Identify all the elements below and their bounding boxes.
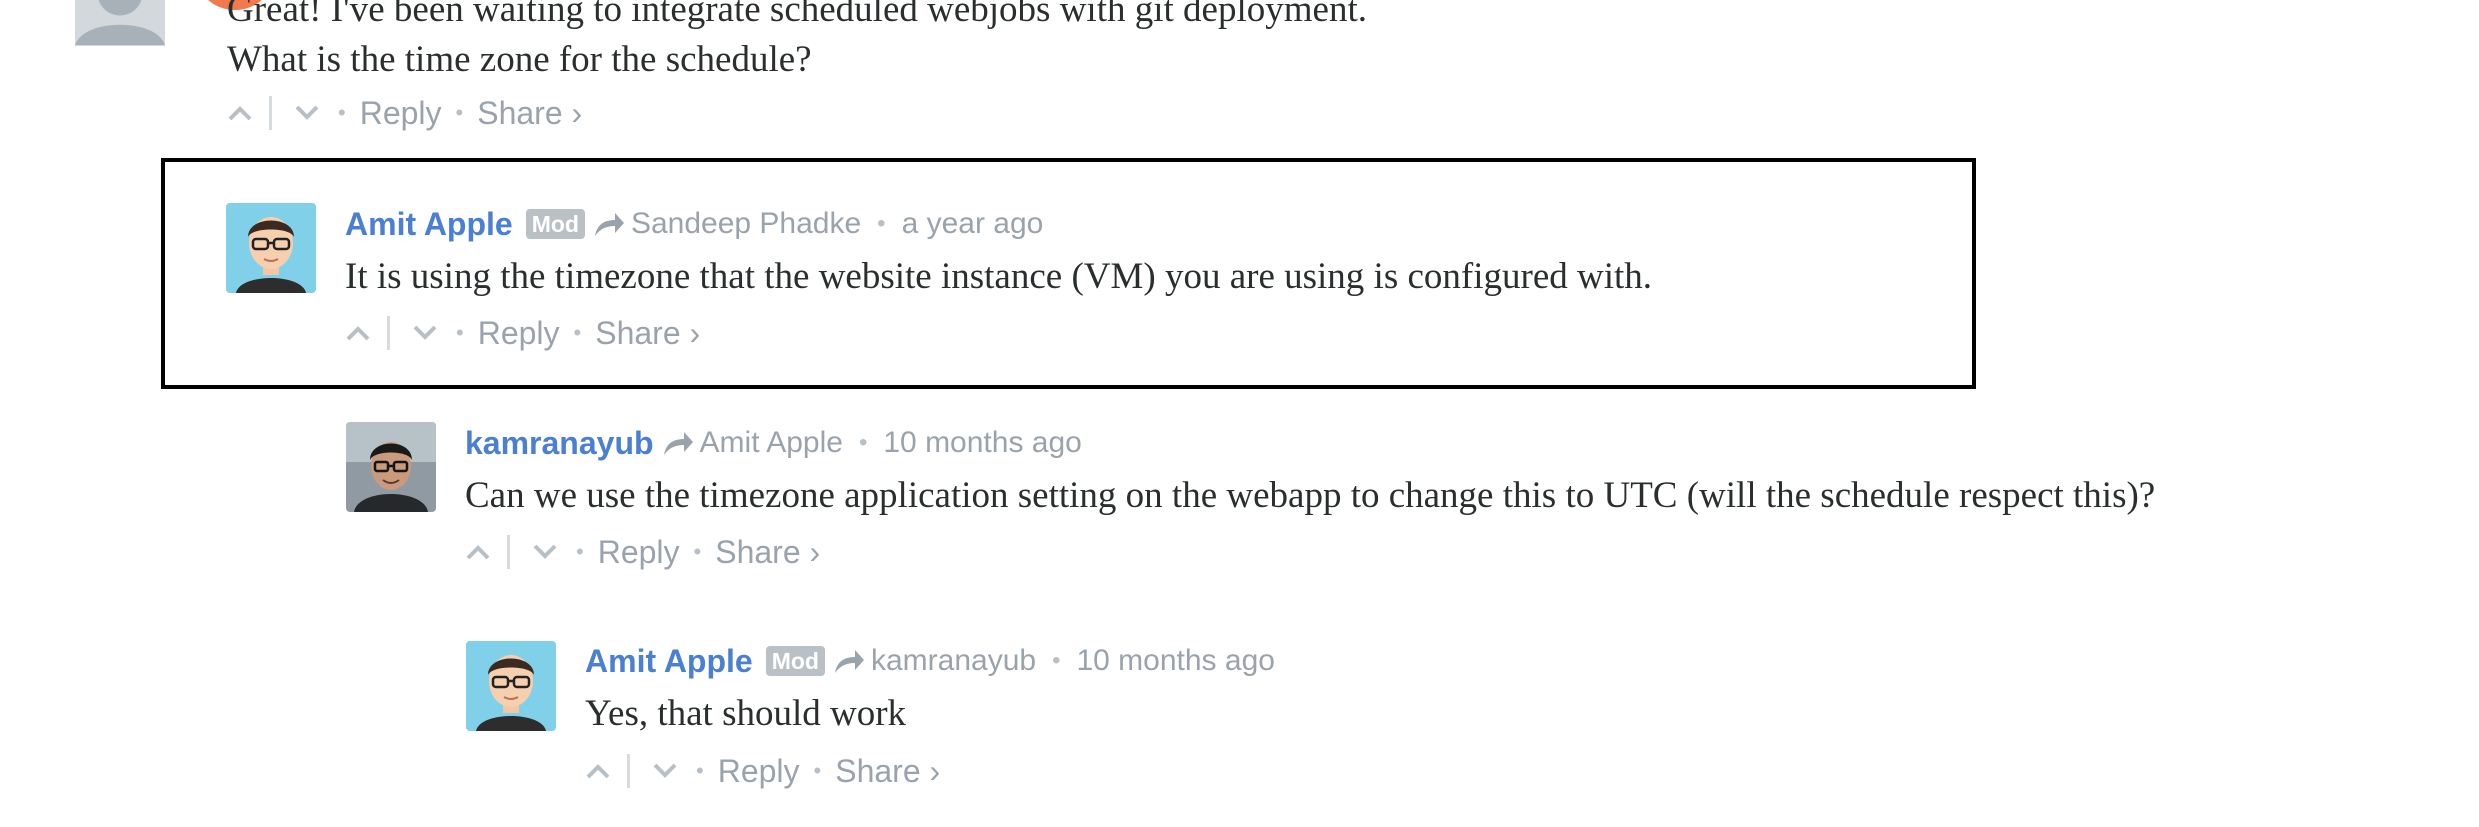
action-dot: • bbox=[456, 320, 464, 345]
comment-header: Amit Apple Mod kamranayub • 10 months ag… bbox=[585, 641, 1275, 681]
parent-author-link[interactable]: kamranayub bbox=[871, 641, 1036, 681]
downvote-icon[interactable] bbox=[294, 93, 324, 133]
timestamp-link[interactable]: 10 months ago bbox=[883, 423, 1081, 463]
upvote-icon[interactable] bbox=[345, 313, 375, 353]
share-button[interactable]: Share › bbox=[477, 93, 582, 133]
moderator-badge: Mod bbox=[525, 209, 585, 239]
parent-author-link[interactable]: Sandeep Phadke bbox=[631, 204, 861, 244]
vote-divider bbox=[269, 96, 272, 130]
action-dot: • bbox=[576, 539, 584, 564]
comment-top-line1: Great! I've been waiting to integrate sc… bbox=[227, 0, 1367, 30]
reply-arrow-icon bbox=[662, 429, 694, 457]
author-name[interactable]: kamranayub bbox=[465, 423, 654, 463]
comment-top-line2: What is the time zone for the schedule? bbox=[227, 39, 812, 80]
share-button[interactable]: Share › bbox=[835, 751, 940, 791]
action-dot: • bbox=[696, 758, 704, 783]
downvote-icon[interactable] bbox=[532, 532, 562, 572]
meta-dot: • bbox=[1052, 647, 1061, 674]
comment-actions: • Reply • Share › bbox=[585, 751, 940, 791]
upvote-icon[interactable] bbox=[585, 751, 615, 791]
reply-button[interactable]: Reply bbox=[360, 93, 442, 133]
avatar-default-user[interactable] bbox=[75, 0, 195, 58]
meta-dot: • bbox=[858, 429, 868, 456]
action-dot: • bbox=[455, 100, 464, 125]
vote-divider bbox=[627, 754, 630, 788]
timestamp-link[interactable]: 10 months ago bbox=[1076, 641, 1274, 681]
comment-text: Can we use the timezone application sett… bbox=[465, 475, 2156, 516]
comment-header: kamranayub Amit Apple • 10 months ago bbox=[465, 423, 1082, 463]
upvote-icon[interactable] bbox=[465, 532, 495, 572]
author-name[interactable]: Amit Apple bbox=[585, 641, 753, 681]
reply-button[interactable]: Reply bbox=[598, 532, 680, 572]
moderator-badge: Mod bbox=[765, 646, 825, 676]
comment-header: Amit Apple Mod Sandeep Phadke • a year a… bbox=[345, 204, 1043, 244]
downvote-icon[interactable] bbox=[652, 751, 682, 791]
comment-actions: • Reply • Share › bbox=[465, 532, 820, 572]
avatar[interactable] bbox=[466, 641, 556, 731]
action-dot: • bbox=[693, 539, 702, 564]
reply-arrow-icon bbox=[593, 210, 625, 238]
reply-button[interactable]: Reply bbox=[718, 751, 800, 791]
photo-man-glasses-icon bbox=[346, 422, 436, 512]
cartoon-man-glasses-icon bbox=[226, 203, 316, 293]
comment-top-actions: • Reply • Share › bbox=[227, 93, 582, 133]
vote-divider bbox=[387, 316, 390, 350]
avatar[interactable] bbox=[346, 422, 436, 512]
upvote-icon[interactable] bbox=[227, 93, 257, 133]
reply-arrow-icon bbox=[833, 647, 865, 675]
avatar[interactable] bbox=[226, 203, 316, 293]
action-dot: • bbox=[813, 758, 822, 783]
share-button[interactable]: Share › bbox=[715, 532, 820, 572]
comment-actions: • Reply • Share › bbox=[345, 313, 700, 353]
meta-dot: • bbox=[877, 210, 886, 237]
downvote-icon[interactable] bbox=[412, 313, 442, 353]
share-button[interactable]: Share › bbox=[595, 313, 700, 353]
vote-divider bbox=[507, 535, 510, 569]
action-dot: • bbox=[573, 320, 582, 345]
parent-author-link[interactable]: Amit Apple bbox=[700, 423, 843, 463]
timestamp-link[interactable]: a year ago bbox=[902, 204, 1044, 244]
comment-text: It is using the timezone that the websit… bbox=[345, 256, 1653, 297]
reply-button[interactable]: Reply bbox=[478, 313, 560, 353]
cartoon-man-glasses-icon bbox=[466, 641, 556, 731]
author-name[interactable]: Amit Apple bbox=[345, 204, 513, 244]
action-dot: • bbox=[338, 100, 346, 125]
comment-text: Yes, that should work bbox=[585, 693, 907, 734]
